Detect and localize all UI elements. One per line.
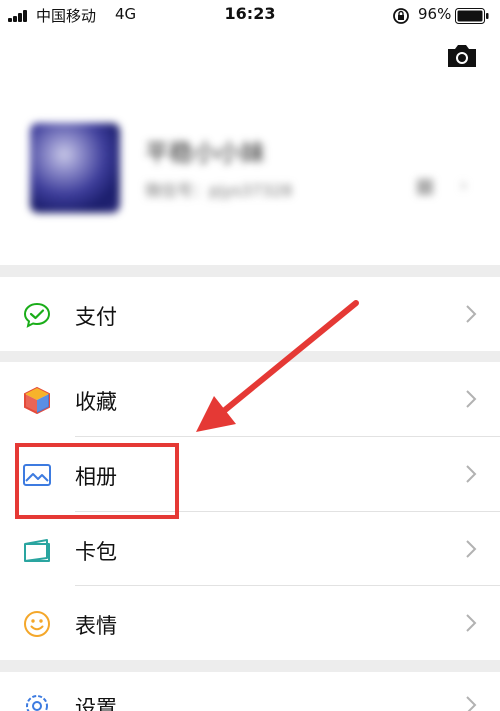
nickname: 平稳小小妹 [145, 139, 265, 167]
chevron-right-icon [466, 305, 477, 323]
battery-percent: 96% [418, 5, 452, 23]
camera-icon[interactable] [446, 43, 478, 69]
chevron-right-icon [466, 696, 477, 711]
menu-item-favorites[interactable]: 收藏 [0, 362, 500, 436]
menu-item-label: 表情 [75, 614, 117, 638]
chevron-right-icon [466, 390, 477, 408]
status-bar: 中国移动 4G 16:23 96% [0, 0, 500, 32]
orientation-lock-icon [393, 8, 409, 24]
battery-icon [455, 8, 489, 24]
avatar[interactable] [30, 123, 120, 213]
highlight-box [15, 443, 179, 519]
favorites-cube-icon [24, 386, 50, 414]
chevron-right-icon [466, 614, 477, 632]
menu-item-pay[interactable]: 支付 [0, 277, 500, 351]
menu-item-label: 设置 [75, 696, 117, 711]
smiley-icon [24, 611, 50, 637]
chevron-right-icon [466, 540, 477, 558]
chevron-right-icon [466, 465, 477, 483]
menu-item-label: 支付 [75, 305, 117, 329]
qr-code-icon[interactable] [417, 179, 433, 195]
wechat-id: 微信号：pjys37328 [145, 181, 293, 200]
chevron-right-icon: › [460, 175, 468, 196]
profile-header: 平稳小小妹 微信号：pjys37328 › [0, 32, 500, 265]
menu-group-settings: 设置 [0, 672, 500, 711]
menu-item-label: 卡包 [75, 540, 117, 564]
pay-icon [23, 302, 51, 328]
menu-item-settings[interactable]: 设置 [0, 672, 500, 711]
card-wallet-icon [24, 539, 50, 562]
menu-group-pay: 支付 [0, 277, 500, 351]
settings-gear-icon [26, 695, 48, 711]
menu-item-stickers[interactable]: 表情 [0, 586, 500, 660]
profile-card[interactable]: 平稳小小妹 微信号：pjys37328 › [20, 97, 490, 252]
menu-item-cards[interactable]: 卡包 [0, 512, 500, 586]
menu-item-label: 收藏 [75, 390, 117, 414]
